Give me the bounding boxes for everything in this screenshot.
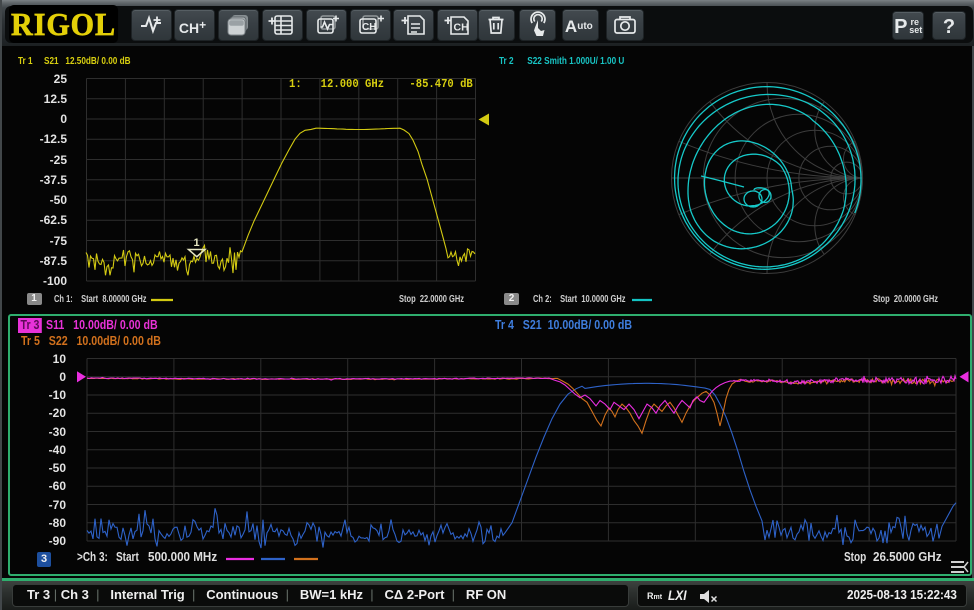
svg-text:CH: CH [453, 21, 468, 33]
svg-text:CH: CH [362, 22, 376, 33]
